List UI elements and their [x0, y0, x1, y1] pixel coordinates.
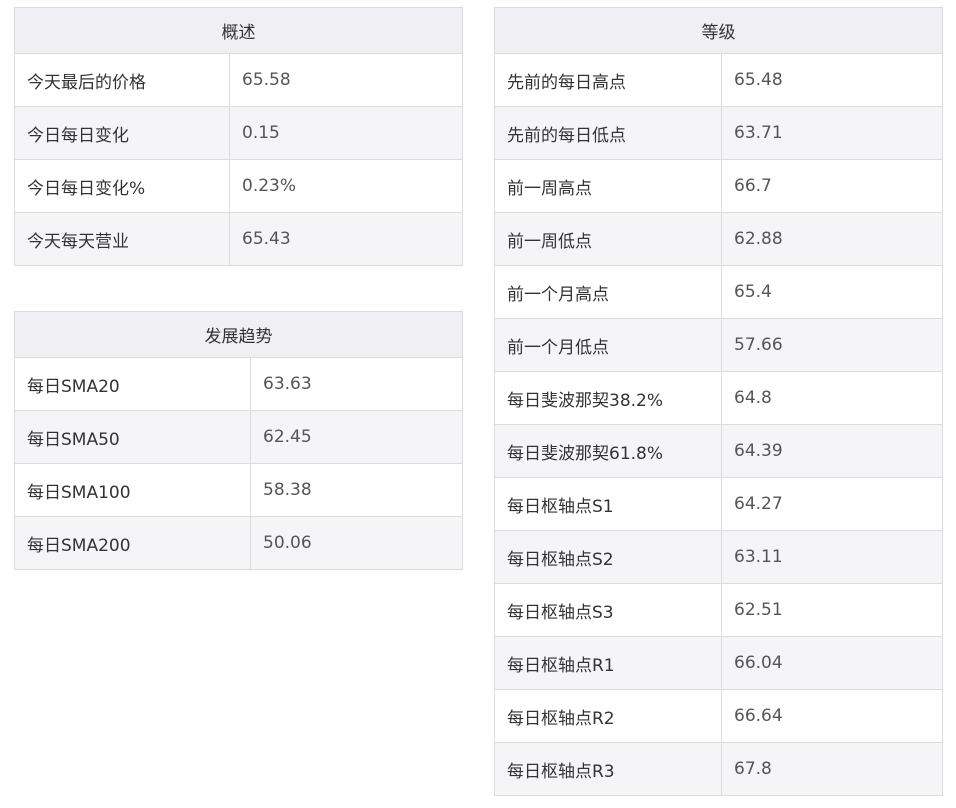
row-value: 66.04 — [721, 636, 943, 690]
table-row: 今天最后的价格 65.58 — [14, 53, 463, 107]
row-label: 先前的每日低点 — [494, 106, 722, 160]
row-value: 67.8 — [721, 742, 943, 796]
row-value: 62.45 — [250, 410, 463, 464]
overview-title: 概述 — [14, 7, 463, 54]
row-label: 每日枢轴点S2 — [494, 530, 722, 584]
row-label: 今天最后的价格 — [14, 53, 230, 107]
row-label: 每日SMA100 — [14, 463, 251, 517]
row-value: 62.51 — [721, 583, 943, 637]
row-label: 前一周低点 — [494, 212, 722, 266]
row-value: 65.43 — [229, 212, 463, 266]
table-header-row: 等级 — [494, 7, 943, 54]
row-value: 65.58 — [229, 53, 463, 107]
table-row: 前一个月高点 65.4 — [494, 265, 943, 319]
table-row: 今天每天营业 65.43 — [14, 212, 463, 266]
table-row: 每日枢轴点R2 66.64 — [494, 689, 943, 743]
row-value: 0.15 — [229, 106, 463, 160]
overview-table: 概述 今天最后的价格 65.58 今日每日变化 0.15 今日每日变化% 0.2… — [14, 7, 463, 266]
table-row: 每日枢轴点R1 66.04 — [494, 636, 943, 690]
row-value: 58.38 — [250, 463, 463, 517]
row-value: 65.4 — [721, 265, 943, 319]
table-row: 前一周高点 66.7 — [494, 159, 943, 213]
table-row: 每日枢轴点S1 64.27 — [494, 477, 943, 531]
table-row: 前一周低点 62.88 — [494, 212, 943, 266]
row-label: 每日枢轴点R2 — [494, 689, 722, 743]
table-row: 每日SMA100 58.38 — [14, 463, 463, 517]
row-label: 今日每日变化 — [14, 106, 230, 160]
table-row: 每日SMA20 63.63 — [14, 357, 463, 411]
row-value: 66.7 — [721, 159, 943, 213]
row-value: 64.39 — [721, 424, 943, 478]
row-value: 63.11 — [721, 530, 943, 584]
row-value: 62.88 — [721, 212, 943, 266]
row-label: 每日枢轴点R1 — [494, 636, 722, 690]
row-value: 63.71 — [721, 106, 943, 160]
row-label: 每日枢轴点R3 — [494, 742, 722, 796]
row-label: 每日SMA20 — [14, 357, 251, 411]
trend-table: 发展趋势 每日SMA20 63.63 每日SMA50 62.45 每日SMA10… — [14, 311, 463, 570]
table-row: 今日每日变化% 0.23% — [14, 159, 463, 213]
table-row: 先前的每日高点 65.48 — [494, 53, 943, 107]
levels-table: 等级 先前的每日高点 65.48 先前的每日低点 63.71 前一周高点 66.… — [494, 7, 943, 796]
row-value: 0.23% — [229, 159, 463, 213]
table-row: 先前的每日低点 63.71 — [494, 106, 943, 160]
table-row: 前一个月低点 57.66 — [494, 318, 943, 372]
row-value: 64.8 — [721, 371, 943, 425]
row-value: 50.06 — [250, 516, 463, 570]
table-row: 每日斐波那契61.8% 64.39 — [494, 424, 943, 478]
row-value: 57.66 — [721, 318, 943, 372]
row-label: 每日枢轴点S1 — [494, 477, 722, 531]
row-value: 64.27 — [721, 477, 943, 531]
row-label: 每日斐波那契61.8% — [494, 424, 722, 478]
table-header-row: 概述 — [14, 7, 463, 54]
row-label: 每日斐波那契38.2% — [494, 371, 722, 425]
table-row: 每日枢轴点R3 67.8 — [494, 742, 943, 796]
table-row: 今日每日变化 0.15 — [14, 106, 463, 160]
row-label: 今日每日变化% — [14, 159, 230, 213]
levels-title: 等级 — [494, 7, 943, 54]
row-label: 每日SMA200 — [14, 516, 251, 570]
row-value: 63.63 — [250, 357, 463, 411]
row-value: 66.64 — [721, 689, 943, 743]
row-label: 前一个月低点 — [494, 318, 722, 372]
table-row: 每日枢轴点S2 63.11 — [494, 530, 943, 584]
row-label: 先前的每日高点 — [494, 53, 722, 107]
table-row: 每日斐波那契38.2% 64.8 — [494, 371, 943, 425]
row-label: 每日SMA50 — [14, 410, 251, 464]
table-header-row: 发展趋势 — [14, 311, 463, 358]
table-row: 每日SMA200 50.06 — [14, 516, 463, 570]
row-label: 前一个月高点 — [494, 265, 722, 319]
row-label: 今天每天营业 — [14, 212, 230, 266]
table-row: 每日SMA50 62.45 — [14, 410, 463, 464]
trend-title: 发展趋势 — [14, 311, 463, 358]
table-row: 每日枢轴点S3 62.51 — [494, 583, 943, 637]
row-label: 每日枢轴点S3 — [494, 583, 722, 637]
row-label: 前一周高点 — [494, 159, 722, 213]
row-value: 65.48 — [721, 53, 943, 107]
